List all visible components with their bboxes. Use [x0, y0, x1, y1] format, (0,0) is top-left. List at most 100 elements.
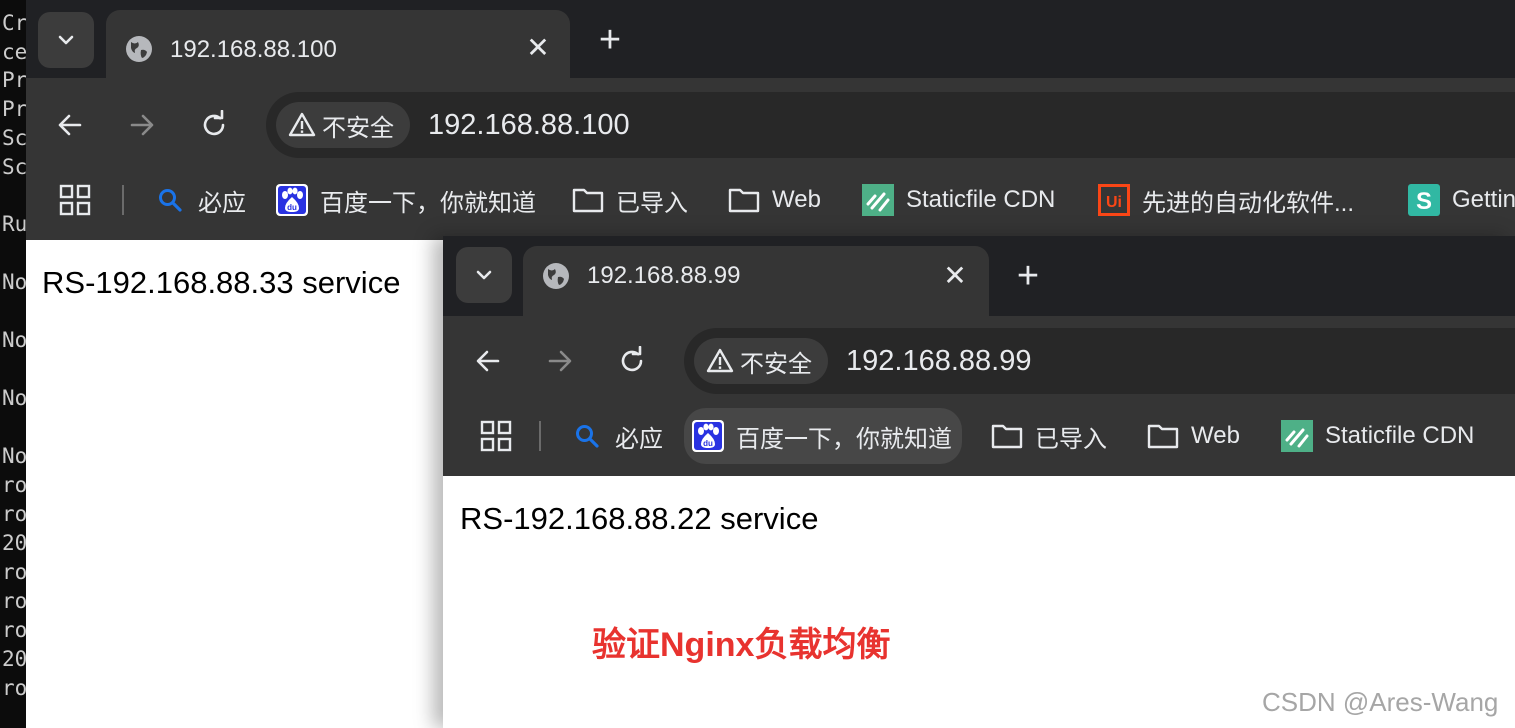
terminal-line: ro	[2, 589, 28, 613]
tab-search-button[interactable]	[456, 247, 512, 303]
tab-active[interactable]: 192.168.88.99 ✕	[523, 246, 989, 326]
bookmark-label: Web	[772, 186, 821, 213]
terminal-line: ro	[2, 473, 28, 497]
terminal-line: Sc	[2, 126, 28, 150]
terminal-line: No	[2, 270, 28, 294]
chevron-down-icon	[58, 35, 74, 45]
search-icon	[154, 184, 186, 216]
arrow-left-icon	[476, 350, 500, 372]
staticfile-icon	[862, 184, 894, 216]
toolbar: 不安全 192.168.88.99	[443, 316, 1515, 396]
bookmark-label: 百度一下，你就知道	[736, 425, 952, 453]
bookmark-label: Gettin	[1452, 186, 1515, 213]
folder-icon	[728, 184, 760, 216]
terminal-line: Pr	[2, 97, 28, 121]
page-body-text: RS-192.168.88.33 service	[42, 265, 401, 300]
bookmark-folder-imported[interactable]: 已导入	[991, 416, 1107, 456]
terminal-line: Cr	[2, 11, 28, 35]
back-button[interactable]	[466, 339, 510, 383]
reload-icon	[621, 346, 643, 372]
bookmarks-bar: 必应 du 百度一下，你就知道 已导入 Web Staticfile CDN U…	[26, 160, 1515, 240]
forward-button[interactable]	[538, 339, 582, 383]
svg-text:du: du	[287, 203, 297, 212]
url-text[interactable]: 192.168.88.99	[846, 344, 1031, 378]
security-label: 不安全	[322, 114, 394, 142]
chevron-down-icon	[476, 270, 492, 280]
apps-grid-icon	[59, 184, 91, 216]
terminal-line: Pr	[2, 68, 28, 92]
bookmark-baidu[interactable]: du 百度一下，你就知道	[276, 180, 536, 220]
terminal-line: ce	[2, 40, 28, 64]
address-bar[interactable]: 不安全 192.168.88.99	[684, 328, 1515, 394]
terminal-line: No	[2, 444, 28, 468]
tab-title: 192.168.88.100	[170, 36, 337, 63]
bookmarks-bar: 必应 du 百度一下，你就知道 已导入 Web Staticfile CDN	[443, 396, 1515, 476]
watermark: CSDN @Ares-Wang	[1262, 687, 1499, 717]
terminal-line: ro	[2, 560, 28, 584]
bookmark-uipath[interactable]: Ui 先进的自动化软件...	[1098, 180, 1354, 220]
bookmark-label: 百度一下，你就知道	[320, 189, 536, 217]
bookmark-folder-imported[interactable]: 已导入	[572, 180, 688, 220]
svg-text:Ui: Ui	[1106, 194, 1122, 211]
reload-button[interactable]	[192, 103, 236, 147]
bookmark-baidu[interactable]: du 百度一下，你就知道	[684, 408, 962, 464]
bookmark-label: 必应	[615, 425, 663, 453]
terminal-line: ro	[2, 618, 28, 642]
bookmark-bing[interactable]: 必应	[571, 416, 663, 456]
terminal-line: 20	[2, 531, 28, 555]
apps-grid-icon	[480, 420, 512, 452]
apps-button[interactable]	[479, 416, 513, 456]
close-tab-icon[interactable]: ✕	[520, 30, 556, 66]
bookmark-staticfile[interactable]: Staticfile CDN	[1281, 416, 1474, 456]
bookmark-label: 已导入	[1035, 425, 1107, 453]
address-bar[interactable]: 不安全 192.168.88.100	[266, 92, 1515, 158]
reload-button[interactable]	[610, 339, 654, 383]
tab-strip: 192.168.88.100 ✕ +	[26, 0, 1515, 88]
folder-icon	[572, 184, 604, 216]
back-button[interactable]	[48, 103, 92, 147]
url-text[interactable]: 192.168.88.100	[428, 108, 630, 142]
arrow-right-icon	[548, 350, 572, 372]
globe-icon	[126, 36, 152, 62]
bookmark-label: 先进的自动化软件...	[1142, 189, 1355, 217]
tab-title: 192.168.88.99	[587, 262, 741, 289]
bookmark-staticfile[interactable]: Staticfile CDN	[862, 180, 1055, 220]
uipath-icon: Ui	[1098, 184, 1130, 216]
search-icon	[571, 420, 603, 452]
bookmark-label: 必应	[198, 189, 246, 217]
terminal-line: Sc	[2, 155, 28, 179]
terminal-line: ro	[2, 502, 28, 526]
bookmark-label: Staticfile CDN	[906, 186, 1056, 213]
bookmark-label: Staticfile CDN	[1325, 422, 1475, 449]
globe-icon	[543, 263, 569, 289]
bookmark-folder-web[interactable]: Web	[728, 180, 821, 220]
arrow-left-icon	[58, 114, 82, 136]
security-label: 不安全	[740, 350, 812, 378]
close-tab-icon[interactable]: ✕	[937, 258, 973, 294]
bookmark-folder-web[interactable]: Web	[1147, 416, 1240, 456]
bookmark-getting-started[interactable]: S Gettin	[1408, 180, 1515, 220]
baidu-icon: du	[276, 184, 308, 216]
baidu-icon: du	[692, 420, 724, 452]
folder-icon	[991, 420, 1023, 452]
terminal-line: ro	[2, 676, 28, 700]
forward-button[interactable]	[120, 103, 164, 147]
svg-text:S: S	[1416, 188, 1432, 215]
tab-active[interactable]: 192.168.88.100 ✕	[106, 10, 570, 88]
new-tab-button[interactable]: +	[590, 20, 630, 60]
annotation-text: 验证Nginx负载均衡	[592, 626, 891, 664]
warning-icon	[288, 112, 316, 137]
new-tab-button[interactable]: +	[1008, 256, 1048, 296]
staticfile-icon	[1281, 420, 1313, 452]
bookmark-label: Web	[1191, 422, 1240, 449]
security-chip[interactable]: 不安全	[276, 102, 410, 148]
page-body-text: RS-192.168.88.22 service	[460, 501, 819, 536]
arrow-right-icon	[130, 114, 154, 136]
reload-icon	[203, 110, 225, 136]
bookmark-label: 已导入	[616, 189, 688, 217]
apps-button[interactable]	[58, 180, 92, 220]
tab-search-button[interactable]	[38, 12, 94, 68]
security-chip[interactable]: 不安全	[694, 338, 828, 384]
bookmark-bing[interactable]: 必应	[154, 180, 246, 220]
folder-icon	[1147, 420, 1179, 452]
